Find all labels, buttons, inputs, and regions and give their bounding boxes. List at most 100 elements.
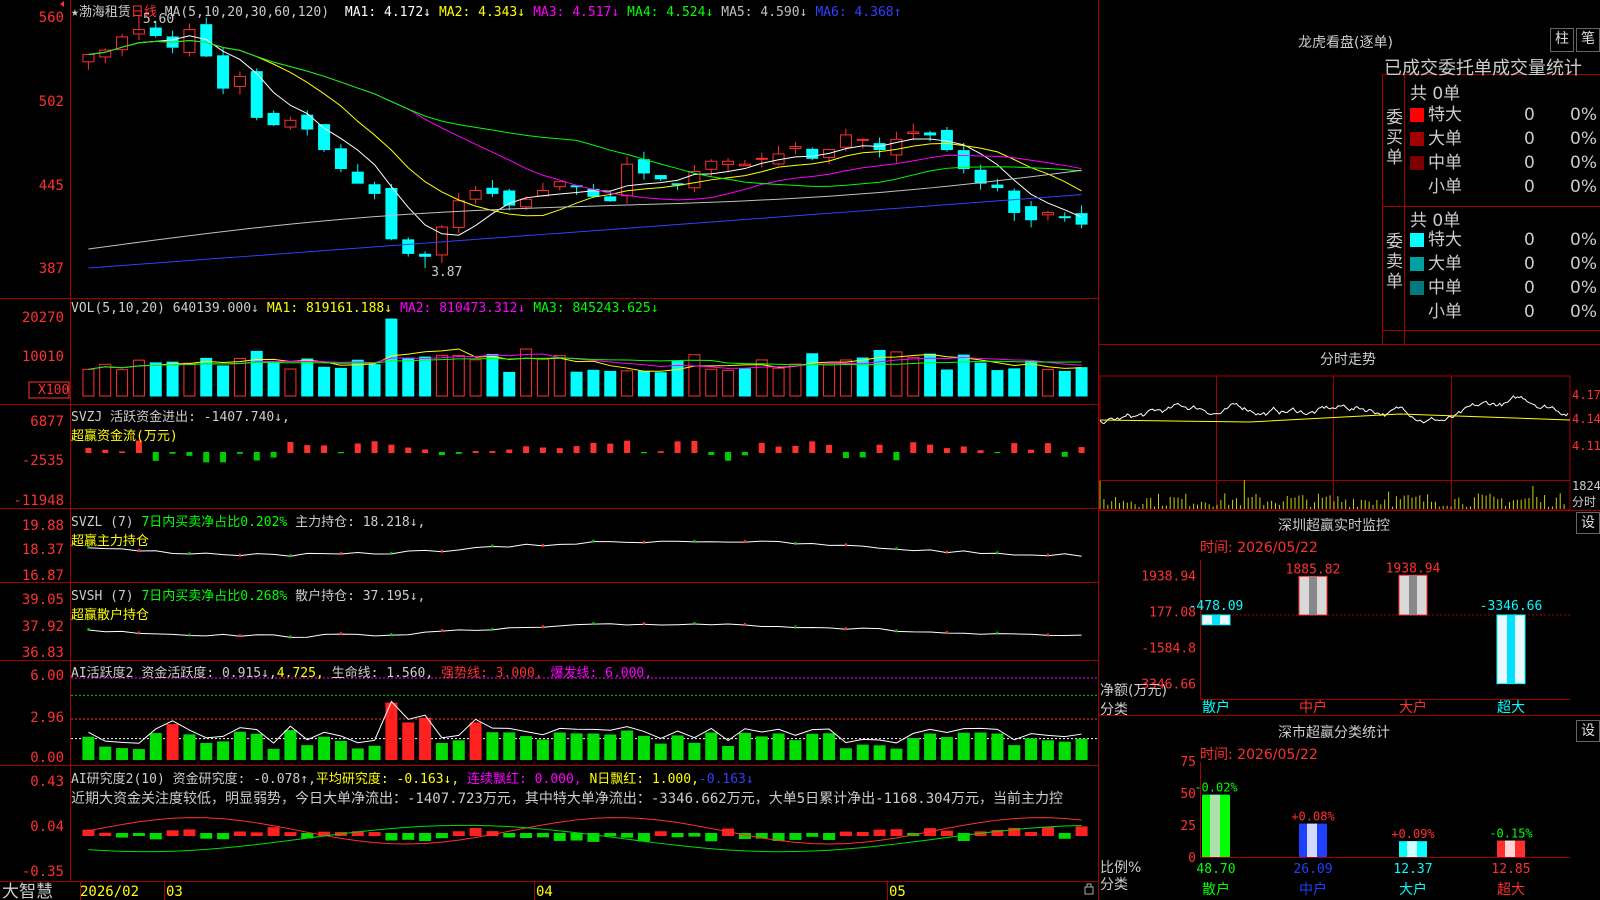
candle [907,131,920,135]
svsh-title: SVSH (7) [71,589,134,604]
volume-bar [435,354,448,397]
research-bar [940,830,953,836]
order-pct: 0% [1570,278,1597,298]
x-axis: 2026/02 03 04 05 [80,882,906,900]
flow-bar [152,452,159,461]
svsh-chart[interactable] [87,622,1082,639]
activity-bar [654,743,667,760]
volume-bar [520,348,533,397]
activity-bar [570,733,583,760]
tick-mark [390,633,393,637]
candle [1058,216,1071,219]
tick-mark [238,634,241,638]
candle [1041,211,1054,216]
volume-chart[interactable] [82,318,1088,397]
activity-bar [1075,738,1088,760]
activity-bar [637,735,650,760]
tick-mark [794,625,797,629]
volume-bar [166,361,179,397]
candlestick-chart[interactable]: 5.603.87 [82,12,1088,280]
monitor-chart: 1938.94177.08-1584.8-3346.66-478.09散户188… [1133,560,1570,716]
flow-bar [489,451,496,453]
ai-research-chart[interactable] [82,817,1088,853]
ma-value: MA5: 4.590↓ [721,5,808,20]
tick-mark [1046,633,1049,637]
candle [806,148,819,159]
ma-line [88,39,1082,187]
intraday-chart[interactable]: 4.170 4.140 4.110 18248 分时 [1099,375,1600,511]
activity-bar [755,736,768,760]
flow-bar [573,446,580,453]
monitor-settings-button[interactable]: 设 [1576,512,1600,534]
volume-bar [334,367,347,397]
order-color-swatch [1410,180,1424,194]
order-count: 0 [1524,254,1535,274]
order-type: 大单 [1428,129,1462,149]
x-tick: 2026/02 [80,884,139,900]
candle [385,187,398,240]
activity-bar [99,746,112,760]
monitor-value: 1885.82 [1286,562,1341,577]
activity-bar [789,740,802,760]
tick-mark [945,550,948,554]
activity-bar [334,740,347,760]
x-tick: 04 [536,884,553,900]
trading-terminal-window: 5.603.87 4.170 4.140 4.110 18248 分时 1938.94 1… [0,0,1600,900]
order-row: 特大 0 0% [1410,103,1600,127]
research-bar [1058,833,1071,839]
pin-icon[interactable] [1084,883,1094,895]
candle [1008,190,1021,213]
candle [839,134,852,148]
tick-mark [996,631,999,635]
volume-bar [82,368,95,397]
stock-name: 渤海租赁 [78,5,131,20]
flow-bar [708,452,715,455]
ai-activity-chart[interactable] [71,677,1098,760]
research-bar [604,833,617,837]
classify-pct: -0.02% [1194,781,1238,795]
classify-bar-shade [1505,840,1515,857]
activity-bar [856,744,869,760]
monitor-category: 大户 [1399,699,1427,716]
ai-tick: 2.96 [30,710,64,726]
activity-bar [132,749,145,760]
order-type: 小单 [1428,302,1462,322]
volume-bar [671,360,684,397]
ma-line [88,194,1082,269]
svzl-title: SVZL (7) [71,515,134,530]
activity-bar [957,732,970,760]
activity-bar [536,739,549,760]
candle [486,187,499,194]
monitor-ylabel: 净额(万元) [1100,683,1167,699]
bar-mode-button[interactable]: 柱 [1550,28,1574,52]
ai2-title-bar: AI研究度2(10) 资金研究度: -0.078↑,平均研究度: -0.163↓… [71,768,754,787]
activity-bar [116,748,129,760]
volume-bar [452,354,465,397]
research-bar [233,831,246,836]
ai2-c: 连续飘红: 0.000, [467,772,582,787]
order-row: 大单 0 0% [1410,127,1600,151]
volume-bar [688,354,701,397]
k-title-bar: ★渤海租赁日线 MA(5,10,20,30,60,120) MA1: 4.172… [71,1,901,20]
flow-bar [203,452,210,463]
brand-label: 大智慧 [2,882,53,900]
classify-settings-button[interactable]: 设 [1576,720,1600,742]
activity-bar [486,732,499,760]
research-bar [1025,831,1038,836]
order-count: 0 [1524,153,1535,173]
activity-bar [924,733,937,760]
candle [217,55,230,89]
candle [452,200,465,229]
research-bar [671,833,684,838]
activity-bar [1025,738,1038,760]
candle [419,253,432,257]
flow-bar [556,448,563,453]
tick-mode-button[interactable]: 笔 [1576,28,1600,52]
research-bar [705,833,718,842]
volume-bar [469,359,482,397]
volume-bar [940,369,953,397]
research-bar [806,833,819,837]
ai-d: 强势线: 3.000, [441,666,543,681]
chart-area[interactable]: 5.603.87 4.170 4.140 4.110 18248 分时 1938.94 1… [0,0,1600,900]
order-pct: 0% [1570,302,1597,322]
